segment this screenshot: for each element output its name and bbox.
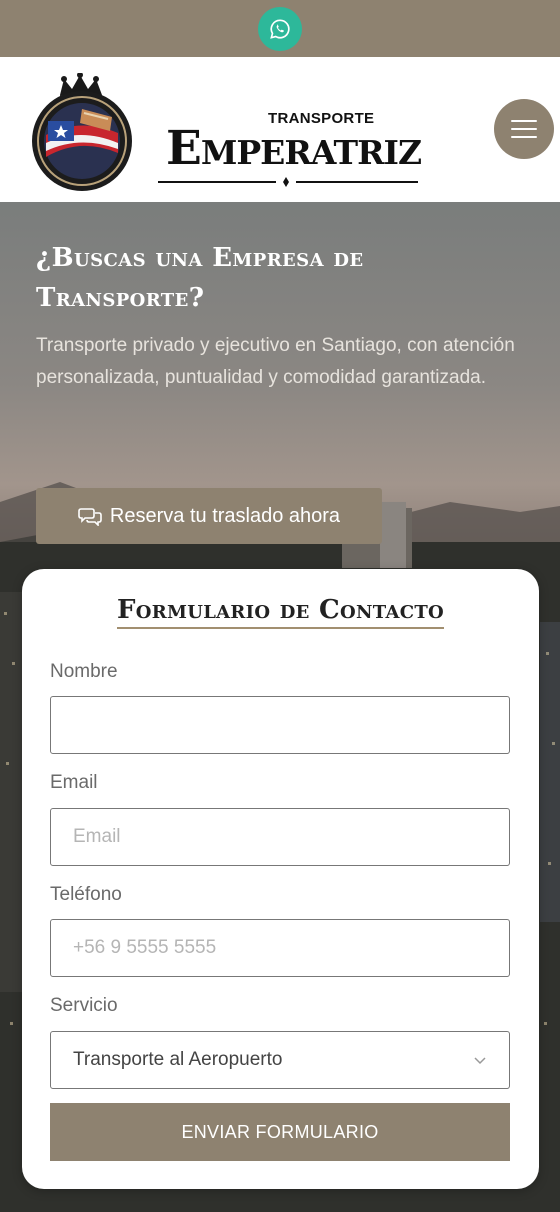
contact-form-card: Formulario de Contacto Nombre Email Telé… [22, 569, 539, 1189]
phone-field[interactable] [50, 919, 510, 977]
hero-subtitle: Transporte privado y ejecutivo en Santia… [36, 335, 515, 388]
service-selected-value: Transporte al Aeropuerto [73, 1049, 283, 1070]
site-header: TRANSPORTE Emperatriz [0, 57, 560, 202]
phone-label: Teléfono [50, 884, 122, 905]
crown-emblem [32, 73, 132, 191]
brand-name: Emperatriz [166, 121, 422, 176]
email-input[interactable] [73, 826, 487, 848]
whatsapp-icon [270, 19, 290, 39]
service-label: Servicio [50, 995, 118, 1016]
phone-input[interactable] [73, 937, 487, 959]
chevron-down-icon [474, 1057, 486, 1065]
name-label: Nombre [50, 661, 118, 682]
chat-bubbles-icon [78, 508, 102, 526]
email-label: Email [50, 772, 98, 793]
name-input[interactable] [73, 714, 487, 736]
submit-button[interactable]: ENVIAR FORMULARIO [50, 1103, 510, 1161]
menu-button[interactable] [494, 99, 554, 159]
whatsapp-button[interactable] [258, 7, 302, 51]
hero-title: ¿Buscas una Empresa de Transporte? [36, 243, 364, 313]
email-field[interactable] [50, 808, 510, 866]
brand-logo[interactable]: TRANSPORTE Emperatriz [30, 73, 450, 193]
reserve-button-label: Reserva tu traslado ahora [109, 504, 341, 527]
reserve-button[interactable]: Reserva tu traslado ahora [36, 488, 382, 544]
service-select[interactable]: Transporte al Aeropuerto [50, 1031, 510, 1089]
hamburger-menu-icon [511, 120, 537, 122]
form-title: Formulario de Contacto [22, 595, 539, 629]
form-title-text: Formulario de Contacto [116, 595, 445, 629]
brand-divider [158, 177, 418, 187]
name-field[interactable] [50, 696, 510, 754]
top-bar [0, 0, 560, 57]
